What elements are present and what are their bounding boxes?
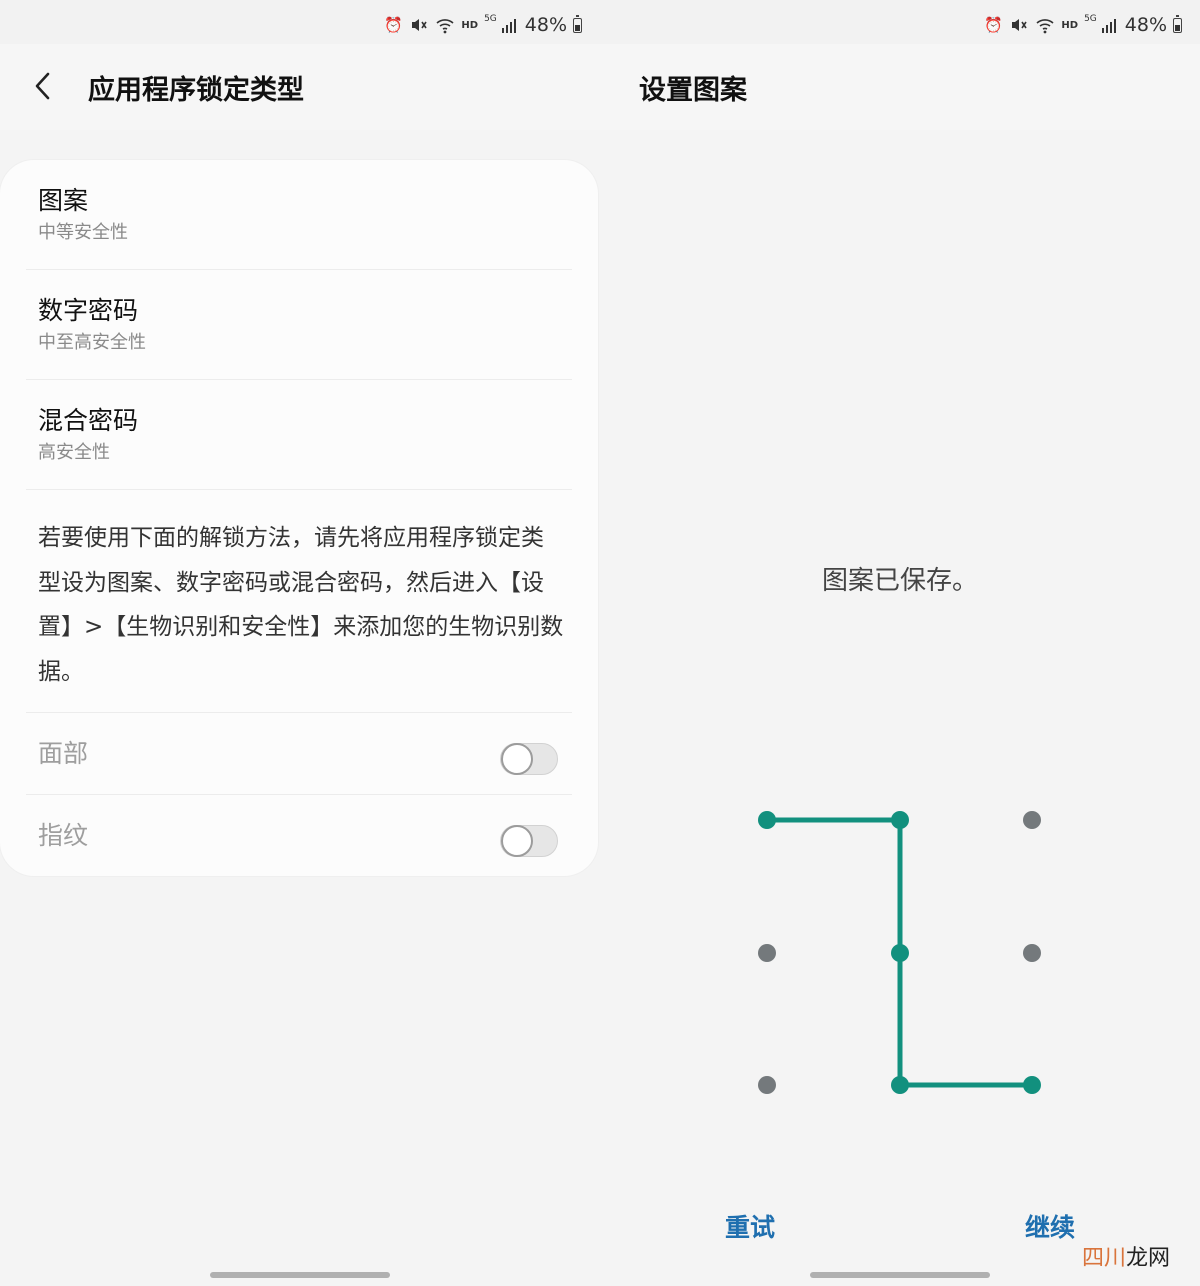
alarm-icon: ⏰ bbox=[384, 15, 403, 34]
divider bbox=[26, 712, 572, 713]
wifi-icon bbox=[435, 15, 455, 35]
app-lock-type-screen: ⏰ HD 5G 48% 应用程序锁定类型 图案 中等安全性 数字密码 中至高安全… bbox=[0, 0, 600, 1286]
pattern-dot-9[interactable] bbox=[1023, 1076, 1041, 1094]
pattern-grid[interactable] bbox=[600, 0, 1200, 1286]
pattern-dot-4[interactable] bbox=[758, 944, 776, 962]
pattern-dot-7[interactable] bbox=[758, 1076, 776, 1094]
pattern-dot-1[interactable] bbox=[758, 811, 776, 829]
fingerprint-toggle-row: 指纹 bbox=[38, 804, 558, 864]
fingerprint-label: 指纹 bbox=[38, 821, 89, 850]
option-subtitle: 高安全性 bbox=[38, 442, 110, 463]
option-title: 混合密码 bbox=[38, 406, 139, 435]
home-indicator[interactable] bbox=[210, 1272, 390, 1278]
face-toggle-row: 面部 bbox=[38, 722, 558, 782]
face-switch[interactable] bbox=[500, 743, 558, 775]
hd-label: HD bbox=[461, 19, 479, 31]
network-type: 5G bbox=[484, 14, 497, 24]
option-subtitle: 中至高安全性 bbox=[38, 332, 146, 353]
divider bbox=[26, 489, 572, 490]
pattern-dot-2[interactable] bbox=[891, 811, 909, 829]
option-title: 图案 bbox=[38, 186, 89, 215]
back-arrow-icon[interactable] bbox=[28, 68, 58, 104]
pattern-dot-6[interactable] bbox=[1023, 944, 1041, 962]
set-pattern-screen: ⏰ HD 5G 48% 设置图案 图案已保存。 重试 继续 四川龙网 bbox=[600, 0, 1200, 1286]
lock-type-card: 图案 中等安全性 数字密码 中至高安全性 混合密码 高安全性 若要使用下面的解锁… bbox=[0, 160, 598, 876]
option-pin[interactable]: 数字密码 中至高安全性 bbox=[38, 294, 572, 356]
divider bbox=[26, 269, 572, 270]
status-icons: ⏰ HD 5G 48% bbox=[383, 13, 582, 37]
top-app-bar: 应用程序锁定类型 bbox=[0, 44, 600, 130]
option-subtitle: 中等安全性 bbox=[38, 222, 128, 243]
battery-percentage: 48% bbox=[524, 14, 567, 36]
pattern-dot-3[interactable] bbox=[1023, 811, 1041, 829]
option-pattern[interactable]: 图案 中等安全性 bbox=[38, 184, 572, 246]
divider bbox=[26, 379, 572, 380]
option-password[interactable]: 混合密码 高安全性 bbox=[38, 404, 572, 466]
home-indicator[interactable] bbox=[810, 1272, 990, 1278]
status-bar: ⏰ HD 5G 48% bbox=[0, 0, 600, 44]
pattern-dot-8[interactable] bbox=[891, 1076, 909, 1094]
mute-icon bbox=[409, 15, 429, 35]
switch-knob bbox=[501, 825, 533, 857]
divider bbox=[26, 794, 572, 795]
watermark: 四川龙网 bbox=[1082, 1240, 1170, 1272]
watermark-part2: 龙网 bbox=[1125, 1246, 1170, 1271]
biometrics-description: 若要使用下面的解锁方法，请先将应用程序锁定类型设为图案、数字密码或混合密码，然后… bbox=[38, 525, 564, 685]
retry-button[interactable]: 重试 bbox=[725, 1208, 775, 1244]
switch-knob bbox=[501, 743, 533, 775]
option-title: 数字密码 bbox=[38, 296, 139, 325]
battery-icon bbox=[573, 14, 582, 33]
pattern-dot-5[interactable] bbox=[891, 944, 909, 962]
page-title: 应用程序锁定类型 bbox=[88, 75, 304, 106]
fingerprint-switch[interactable] bbox=[500, 825, 558, 857]
face-label: 面部 bbox=[38, 739, 89, 768]
continue-button[interactable]: 继续 bbox=[1025, 1208, 1075, 1244]
watermark-part1: 四川 bbox=[1081, 1246, 1126, 1271]
signal-icon bbox=[499, 15, 519, 35]
